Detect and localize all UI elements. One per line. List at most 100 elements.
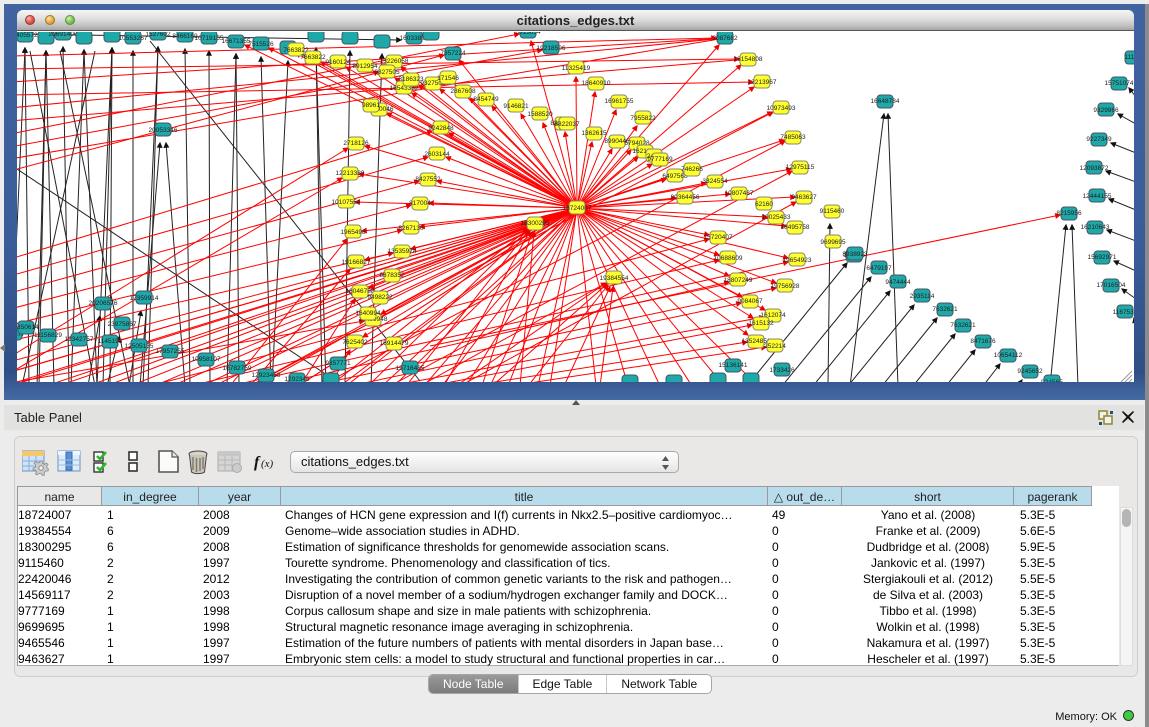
svg-text:1965498: 1965498 bbox=[340, 229, 366, 236]
svg-text:2087682: 2087682 bbox=[712, 35, 738, 42]
svg-text:1145193: 1145193 bbox=[98, 338, 123, 345]
svg-text:20691406: 20691406 bbox=[49, 32, 78, 38]
svg-text:19218506: 19218506 bbox=[537, 45, 566, 52]
svg-text:9242848: 9242848 bbox=[428, 125, 454, 132]
svg-text:12975115: 12975115 bbox=[786, 164, 815, 171]
svg-text:16671355: 16671355 bbox=[222, 38, 251, 45]
svg-text:7857224: 7857224 bbox=[440, 50, 466, 57]
svg-text:8267130: 8267130 bbox=[398, 225, 424, 232]
svg-text:18807249: 18807249 bbox=[724, 277, 753, 284]
svg-text:10654112: 10654112 bbox=[994, 352, 1023, 359]
svg-text:18640910: 18640910 bbox=[582, 80, 611, 87]
svg-text:23975867: 23975867 bbox=[108, 321, 137, 328]
svg-text:11325419: 11325419 bbox=[562, 65, 591, 72]
svg-text:9474444: 9474444 bbox=[885, 279, 911, 286]
svg-text:1292346: 1292346 bbox=[284, 376, 310, 382]
svg-text:1362615: 1362615 bbox=[581, 130, 607, 137]
svg-text:1615132: 1615132 bbox=[748, 320, 774, 327]
svg-text:11156829: 11156829 bbox=[34, 332, 62, 339]
svg-text:9498222: 9498222 bbox=[367, 294, 393, 301]
svg-text:98961: 98961 bbox=[362, 102, 380, 109]
svg-text:7955822: 7955822 bbox=[630, 115, 656, 122]
svg-text:9115460: 9115460 bbox=[820, 208, 845, 215]
svg-text:7632621: 7632621 bbox=[950, 322, 976, 329]
svg-text:7485063: 7485063 bbox=[780, 134, 806, 141]
svg-text:1640994: 1640994 bbox=[355, 310, 381, 317]
svg-text:7515526: 7515526 bbox=[248, 41, 274, 48]
svg-text:17957255: 17957255 bbox=[156, 348, 185, 355]
svg-text:15720407: 15720407 bbox=[704, 234, 733, 241]
svg-text:8215956: 8215956 bbox=[1056, 210, 1082, 217]
svg-text:9084067: 9084067 bbox=[737, 298, 763, 305]
svg-text:20206576: 20206576 bbox=[89, 300, 118, 307]
svg-text:18495758: 18495758 bbox=[781, 224, 810, 231]
svg-text:f: f bbox=[254, 454, 261, 471]
svg-text:7663822: 7663822 bbox=[300, 54, 326, 61]
svg-text:10688609: 10688609 bbox=[714, 255, 743, 262]
svg-text:8878352: 8878352 bbox=[379, 272, 405, 279]
svg-text:2718126: 2718126 bbox=[343, 140, 369, 147]
svg-text:2867608: 2867608 bbox=[450, 88, 476, 95]
svg-text:1733426: 1733426 bbox=[769, 367, 795, 374]
svg-text:15716485: 15716485 bbox=[396, 365, 425, 372]
svg-text:12342757: 12342757 bbox=[65, 336, 94, 343]
svg-text:1527602: 1527602 bbox=[145, 32, 171, 38]
svg-text:8427552: 8427552 bbox=[415, 176, 441, 183]
svg-text:20364456: 20364456 bbox=[671, 194, 700, 201]
svg-text:8938923: 8938923 bbox=[842, 251, 868, 258]
svg-text:252214: 252214 bbox=[764, 343, 786, 350]
svg-text:8471676: 8471676 bbox=[970, 338, 996, 345]
svg-text:62160: 62160 bbox=[755, 201, 773, 208]
svg-text:13226058: 13226058 bbox=[380, 58, 409, 65]
svg-text:19654923: 19654923 bbox=[783, 257, 812, 264]
svg-text:10025433: 10025433 bbox=[762, 214, 791, 221]
svg-text:817004: 817004 bbox=[409, 200, 431, 207]
svg-text:12923468: 12923468 bbox=[252, 372, 281, 379]
svg-text:9699695: 9699695 bbox=[820, 239, 846, 246]
svg-text:7632621: 7632621 bbox=[932, 306, 958, 313]
svg-text:10107554: 10107554 bbox=[332, 199, 361, 206]
svg-text:8454749: 8454749 bbox=[473, 96, 499, 103]
svg-text:18300295: 18300295 bbox=[521, 220, 550, 227]
svg-text:10958107: 10958107 bbox=[192, 356, 221, 363]
svg-text:9327505: 9327505 bbox=[374, 69, 400, 76]
svg-text:16914479: 16914479 bbox=[380, 340, 409, 347]
svg-text:1167533: 1167533 bbox=[1113, 309, 1134, 316]
svg-text:6479197: 6479197 bbox=[866, 265, 892, 272]
svg-text:9160124: 9160124 bbox=[325, 59, 351, 66]
svg-text:20053346: 20053346 bbox=[149, 127, 178, 134]
svg-text:8813054: 8813054 bbox=[515, 32, 541, 36]
svg-text:15136141: 15136141 bbox=[719, 362, 748, 369]
svg-text:12213389: 12213389 bbox=[336, 170, 365, 177]
svg-text:16961755: 16961755 bbox=[605, 98, 634, 105]
svg-text:1588520: 1588520 bbox=[527, 111, 553, 118]
svg-text:2405572: 2405572 bbox=[17, 32, 38, 39]
svg-text:9777169: 9777169 bbox=[647, 156, 673, 163]
svg-text:10553267: 10553267 bbox=[119, 35, 148, 42]
svg-text:9857771: 9857771 bbox=[325, 360, 351, 367]
svg-text:746266: 746266 bbox=[681, 166, 703, 173]
svg-text:10973493: 10973493 bbox=[767, 105, 796, 112]
svg-text:8822037: 8822037 bbox=[554, 121, 580, 128]
svg-text:16154808: 16154808 bbox=[734, 56, 763, 63]
svg-text:16648784: 16648784 bbox=[871, 98, 900, 105]
svg-text:16210643: 16210643 bbox=[1081, 224, 1110, 231]
svg-text:11124: 11124 bbox=[1124, 54, 1134, 61]
svg-text:9227349: 9227349 bbox=[1086, 136, 1112, 143]
svg-text:171546: 171546 bbox=[437, 75, 459, 82]
svg-text:(x): (x) bbox=[261, 458, 274, 470]
svg-text:10807487: 10807487 bbox=[725, 190, 754, 197]
svg-text:7625402: 7625402 bbox=[342, 339, 368, 346]
svg-text:2603144: 2603144 bbox=[424, 151, 450, 158]
svg-text:9146821: 9146821 bbox=[503, 103, 529, 110]
svg-text:10719155: 10719155 bbox=[195, 35, 224, 42]
svg-text:12444155: 12444155 bbox=[1083, 193, 1112, 200]
svg-text:9329966: 9329966 bbox=[1093, 107, 1119, 114]
svg-text:2935114: 2935114 bbox=[910, 293, 935, 300]
svg-text:12213967: 12213967 bbox=[748, 79, 777, 86]
svg-text:17359914: 17359914 bbox=[130, 295, 159, 302]
svg-text:4350614: 4350614 bbox=[17, 324, 39, 331]
svg-text:18724007: 18724007 bbox=[563, 205, 592, 212]
svg-text:13535974: 13535974 bbox=[388, 248, 417, 255]
svg-text:17016504: 17016504 bbox=[1097, 282, 1126, 289]
